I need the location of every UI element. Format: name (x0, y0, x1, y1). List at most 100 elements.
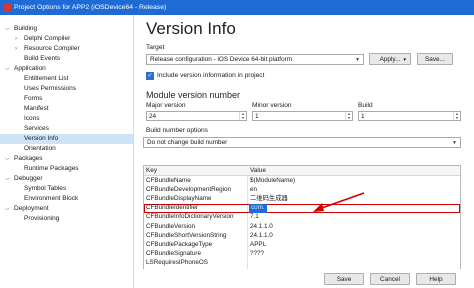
sidebar-item[interactable]: Forms (0, 94, 133, 104)
sidebar-item[interactable]: Orientation (0, 144, 133, 154)
row-value[interactable]: APPL (250, 241, 266, 250)
chevron-down-icon[interactable]: ⌵ (5, 64, 10, 74)
title-bar: Project Options for APP2 (iOSDevice64 - … (0, 0, 474, 15)
major-version-label: Major version (146, 102, 186, 109)
major-version-value: 24 (149, 113, 157, 120)
row-value[interactable]: ???? (250, 250, 264, 259)
table-row[interactable]: CFBundleVersion 24.1.1.0 (144, 223, 460, 232)
sidebar-item[interactable]: Provisioning (0, 214, 133, 224)
chevron-down-icon[interactable]: ⌵ (5, 154, 10, 164)
sidebar-item-label: Building (14, 25, 38, 32)
chevron-right-icon[interactable]: › (15, 34, 17, 44)
target-value: Release configuration - iOS Device 64-bi… (150, 56, 293, 63)
sidebar-item[interactable]: ⌵ Packages (0, 154, 133, 164)
help-button[interactable]: Help (416, 273, 456, 285)
table-row[interactable]: CFBundlePackageType APPL (144, 241, 460, 250)
spin-arrows-icon[interactable]: ▲ ▼ (345, 112, 352, 120)
table-row[interactable]: CFBundleInfoDictionaryVersion 7.1 (144, 213, 460, 222)
target-select[interactable]: Release configuration - iOS Device 64-bi… (146, 54, 364, 65)
table-header: Key Value (144, 166, 460, 176)
app-icon (3, 3, 11, 12)
table-row[interactable]: CFBundleDevelopmentRegion en (144, 186, 460, 195)
cancel-button[interactable]: Cancel (370, 273, 410, 285)
row-value[interactable]: com. (249, 204, 267, 213)
include-version-checkbox[interactable]: ✓ (146, 72, 154, 80)
minor-version-value: 1 (255, 113, 259, 120)
sidebar-item[interactable]: Services (0, 124, 133, 134)
sidebar-item[interactable]: Entitlement List (0, 74, 133, 84)
page-title: Version Info (146, 19, 236, 38)
save-config-label: Save... (425, 55, 445, 63)
row-key: CFBundlePackageType (146, 240, 213, 248)
include-version-label: Include version information in project (157, 72, 265, 79)
sidebar-item-label: Symbol Tables (24, 185, 67, 192)
build-value: 1 (361, 113, 365, 120)
build-options-select[interactable]: Do not change build number ▼ (143, 137, 461, 148)
spin-arrows-icon[interactable]: ▲ ▼ (239, 112, 246, 120)
save-button-label: Save (336, 275, 352, 283)
sidebar-item[interactable]: ⌵ Building (0, 24, 133, 34)
annotation-arrow (313, 192, 365, 212)
sidebar-item[interactable]: › Resource Compiler (0, 44, 133, 54)
row-value[interactable]: en (250, 186, 257, 195)
build-label: Build (358, 102, 373, 109)
target-label: Target (146, 44, 165, 51)
row-key: CFBundleDisplayName (146, 195, 212, 203)
dialog-button-bar: Save Cancel Help (134, 269, 474, 288)
minor-version-label: Minor version (252, 102, 292, 109)
sidebar-item[interactable]: Icons (0, 114, 133, 124)
chevron-down-icon: ▼ (452, 140, 457, 146)
apply-button[interactable]: Apply... ▼ (369, 53, 411, 65)
table-row[interactable]: CFBundleSignature???? (144, 250, 460, 259)
sidebar-item[interactable]: › Delphi Compiler (0, 34, 133, 44)
table-row[interactable]: CFBundleShortVersionString 24.1.1.0 (144, 232, 460, 241)
row-value[interactable]: 7.1 (250, 213, 259, 222)
header-value[interactable]: Value (250, 167, 266, 174)
sidebar-item[interactable]: ⌵ Debugger (0, 174, 133, 184)
row-value[interactable]: 24.1.1.0 (250, 232, 273, 241)
row-key: CFBundleSignature (146, 249, 201, 257)
sidebar-item[interactable]: Build Events (0, 54, 133, 64)
save-config-button[interactable]: Save... (417, 53, 453, 65)
sidebar-item-label: Debugger (14, 175, 43, 182)
sidebar-item[interactable]: Environment Block (0, 194, 133, 204)
chevron-down-icon[interactable]: ⌵ (5, 24, 10, 34)
sidebar-item[interactable]: Symbol Tables (0, 184, 133, 194)
sidebar-item-label: Uses Permissions (24, 85, 77, 92)
sidebar-item-label: Icons (24, 115, 40, 122)
chevron-down-icon[interactable]: ⌵ (5, 204, 10, 214)
save-button[interactable]: Save (324, 273, 364, 285)
table-row[interactable]: LSRequiresIPhoneOS (144, 259, 460, 268)
spin-arrows-icon[interactable]: ▲ ▼ (453, 112, 460, 120)
row-value[interactable]: $(ModuleName) (250, 177, 295, 186)
table-row[interactable]: CFBundleName $(ModuleName) (144, 177, 460, 186)
chevron-right-icon[interactable]: › (15, 44, 17, 54)
build-options-value: Do not change build number (147, 139, 228, 146)
row-key: CFBundleShortVersionString (146, 231, 227, 239)
row-value[interactable]: 24.1.1.0 (250, 223, 273, 232)
sidebar-item[interactable]: Runtime Packages (0, 164, 133, 174)
sidebar-item-label: Services (24, 125, 49, 132)
build-options-label: Build number options (146, 127, 208, 134)
sidebar-item[interactable]: ⌵ Application (0, 64, 133, 74)
chevron-down-icon: ▼ (355, 57, 360, 63)
chevron-down-icon[interactable]: ⌵ (5, 174, 10, 184)
apply-label: Apply... (379, 55, 401, 63)
sidebar-item[interactable]: Uses Permissions (0, 84, 133, 94)
major-version-input[interactable]: 24 ▲ ▼ (146, 111, 247, 121)
header-key[interactable]: Key (146, 167, 157, 174)
version-keys-table: Key Value CFBundleName $(ModuleName) CFBun… (143, 165, 461, 277)
sidebar-item-label: Forms (24, 95, 43, 102)
sidebar-item-label: Delphi Compiler (24, 35, 71, 42)
table-row[interactable]: CFBundleIdentifier com. (144, 204, 460, 213)
minor-version-input[interactable]: 1 ▲ ▼ (252, 111, 353, 121)
sidebar-item-label: Entitlement List (24, 75, 69, 82)
sidebar-item[interactable]: ⌵ Deployment (0, 204, 133, 214)
chevron-down-icon: ▼ (402, 56, 407, 62)
sidebar-item[interactable]: Version Info (0, 134, 133, 144)
sidebar-item[interactable]: Manifest (0, 104, 133, 114)
table-row[interactable]: CFBundleDisplayName 二维码生成器 (144, 195, 460, 204)
row-value[interactable]: 二维码生成器 (250, 195, 288, 204)
build-input[interactable]: 1 ▲ ▼ (358, 111, 461, 121)
sidebar-item-label: Deployment (14, 205, 49, 212)
